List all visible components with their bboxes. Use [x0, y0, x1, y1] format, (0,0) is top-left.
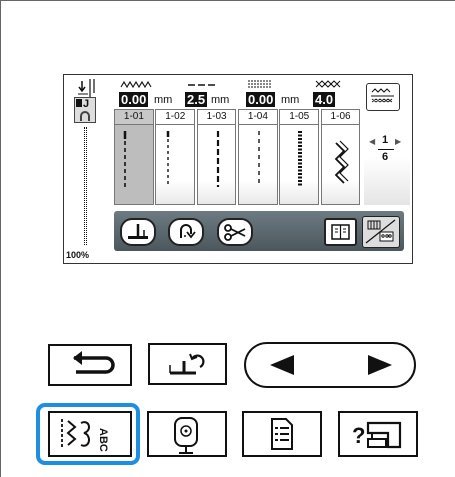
left-triangle-icon[interactable]: [266, 352, 296, 378]
stitch-pattern-grid: [114, 125, 362, 205]
stitch-tab[interactable]: 1-01: [114, 109, 154, 125]
stem-stitch-icon: [258, 131, 260, 187]
unit-mm: mm: [154, 94, 173, 106]
prev-next-rocker: [244, 342, 416, 388]
presser-foot-lift-button[interactable]: [148, 343, 227, 385]
stitch-pattern-straight-center[interactable]: [155, 125, 196, 205]
embroidery-button[interactable]: [147, 411, 227, 457]
embroidery-icon: [174, 417, 198, 454]
stitch-setting-button[interactable]: [366, 83, 400, 111]
thread-tension-icon: [315, 80, 341, 88]
svg-text:?: ?: [352, 423, 365, 448]
decorative-stitch-icon: [298, 131, 303, 187]
density-value: 0.00: [246, 92, 276, 107]
stitch-length-icon: [188, 84, 215, 86]
needle-stop-icon: [128, 224, 148, 239]
thread-tension-value: 4.0: [313, 92, 336, 107]
needle-stop-button[interactable]: [120, 218, 156, 246]
reverse-stitch-icon: [180, 224, 196, 239]
back-arrow-icon: [73, 351, 115, 374]
needle-position-icon: [78, 79, 95, 97]
stitch-tab[interactable]: 1-05: [279, 109, 320, 125]
foot-letter: J: [83, 98, 90, 110]
reverse-stitch-button[interactable]: [168, 218, 204, 246]
stitch-tab[interactable]: 1-04: [237, 109, 278, 125]
prev-page-arrow[interactable]: ◀: [369, 137, 375, 146]
straight-stitch-icon: [123, 131, 127, 187]
help-machine-icon: ?: [352, 421, 402, 449]
back-button[interactable]: [48, 344, 132, 386]
stitch-length-indicator: [84, 127, 87, 245]
zoom-level: 100%: [66, 250, 90, 260]
stitch-tab[interactable]: 1-02: [155, 109, 196, 125]
presser-foot-icon: J: [74, 97, 96, 123]
density-icon: [248, 80, 272, 88]
page-navigator: ◀ 1 ▶ 6: [364, 125, 410, 205]
page-total: 6: [382, 151, 389, 163]
unit-mm: mm: [281, 94, 300, 106]
stitch-tab-row: 1-01 1-02 1-03 1-04 1-05 1-06: [114, 109, 362, 125]
stitch-tab[interactable]: 1-06: [320, 109, 361, 125]
lcd-screen: J 100% 0.00 mm 2.5 mm 0.00 mm 4.0 1-01 1…: [63, 74, 413, 264]
zigzag-stitch-icon: [334, 140, 349, 184]
stitch-pattern-zigzag[interactable]: [320, 125, 361, 205]
stitch-pattern-straight-left[interactable]: [114, 125, 154, 205]
stitch-pattern-decorative[interactable]: [279, 125, 320, 205]
stitch-pattern-triple[interactable]: [196, 125, 237, 205]
unit-mm: mm: [211, 94, 230, 106]
stitch-width-value: 0.00: [119, 92, 149, 107]
page-divider: [378, 149, 394, 150]
screen-toolbar: [114, 211, 404, 251]
svg-text:ABC: ABC: [97, 428, 109, 452]
triple-stitch-icon: [216, 131, 219, 187]
utility-stitch-button[interactable]: ABC: [48, 411, 132, 457]
straight-stitch-icon: [167, 131, 170, 187]
pattern-grid-icon: [365, 219, 396, 244]
zigzag-width-icon: [120, 80, 152, 89]
stitch-tab[interactable]: 1-03: [196, 109, 237, 125]
settings-list-icon: [271, 418, 293, 450]
settings-button[interactable]: [242, 411, 322, 457]
manual-button[interactable]: [324, 218, 357, 246]
utility-stitch-icon: ABC: [61, 419, 109, 452]
thread-cutter-button[interactable]: [217, 218, 253, 246]
next-page-arrow[interactable]: ▶: [395, 137, 401, 146]
scissors-icon: [224, 224, 246, 241]
stitch-setting-icon: [371, 88, 394, 103]
stitch-pattern-stem[interactable]: [237, 125, 278, 205]
manual-book-icon: [331, 224, 350, 240]
right-triangle-icon[interactable]: [366, 352, 396, 378]
pattern-type-button[interactable]: [362, 216, 400, 248]
stitch-length-value: 2.5: [185, 92, 208, 107]
page-current: 1: [382, 134, 389, 146]
presser-foot-rotate-icon: [169, 353, 205, 375]
help-button[interactable]: ?: [338, 411, 418, 457]
